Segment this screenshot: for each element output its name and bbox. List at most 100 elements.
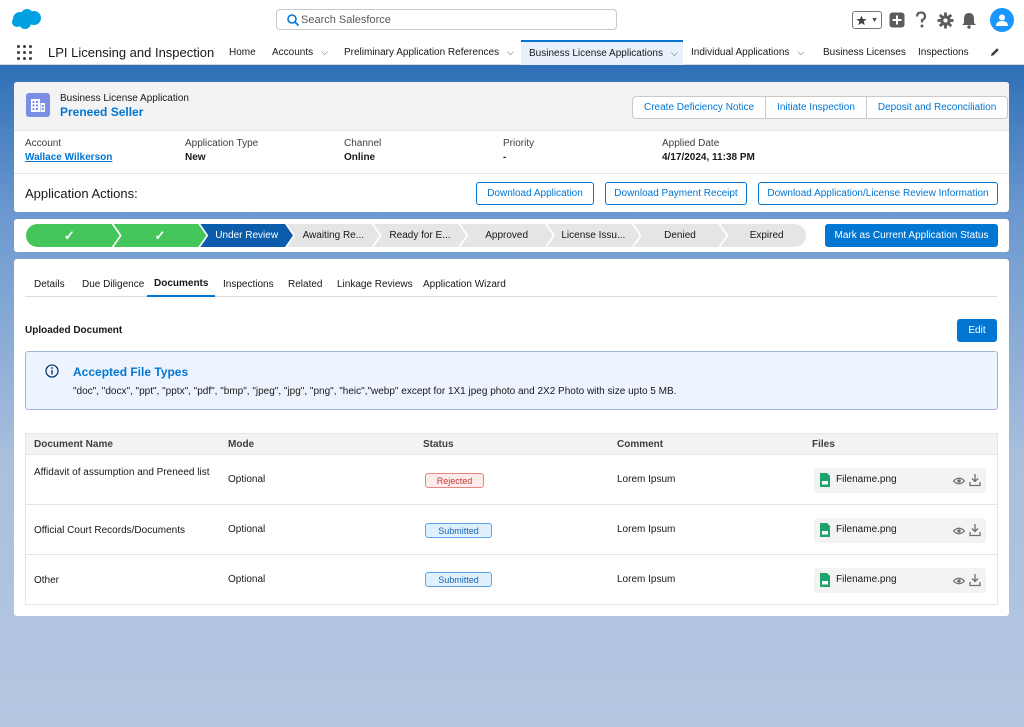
nav-item-business-license-applications[interactable]: Business License Applications ⌵ <box>521 40 683 65</box>
building-icon <box>26 93 50 117</box>
field-label: Channel <box>344 138 382 149</box>
chevron-down-icon[interactable]: ⌵ <box>671 48 678 59</box>
tab-linkage-reviews[interactable]: Linkage Reviews <box>337 271 413 297</box>
file-name[interactable]: Filename.png <box>836 574 897 585</box>
tab-inspections[interactable]: Inspections <box>223 271 274 297</box>
nav-item-label: Individual Applications <box>691 47 790 58</box>
status-badge: Rejected <box>425 473 484 488</box>
notifications-button[interactable] <box>960 11 978 29</box>
field-value: Online <box>344 152 376 163</box>
path-stage-label[interactable]: Approved <box>467 224 546 247</box>
column-header: Files <box>812 439 835 450</box>
document-comment: Lorem Ipsum <box>617 474 676 485</box>
download-review-information-button[interactable]: Download Application/License Review Info… <box>758 182 998 205</box>
download-payment-receipt-button[interactable]: Download Payment Receipt <box>605 182 747 205</box>
help-icon <box>915 11 927 28</box>
download-icon[interactable] <box>969 473 981 487</box>
nav-item-individual-applications[interactable]: Individual Applications ⌵ <box>691 40 804 65</box>
checkmark-icon[interactable]: ✓ <box>26 224 113 247</box>
field-label: Application Type <box>185 138 259 149</box>
checkmark-icon[interactable]: ✓ <box>121 224 200 247</box>
search-input[interactable] <box>301 11 601 28</box>
column-header: Document Name <box>34 439 113 450</box>
nav-item-preliminary-application-references[interactable]: Preliminary Application References ⌵ <box>344 40 514 65</box>
notifications-bell-icon <box>962 12 976 29</box>
building-glyph <box>31 99 45 112</box>
account-link[interactable]: Wallace Wilkerson <box>25 152 112 163</box>
field-value: - <box>503 152 507 163</box>
tab-due-diligence[interactable]: Due Diligence <box>82 271 144 297</box>
preview-eye-icon[interactable] <box>953 575 965 587</box>
preview-eye-icon[interactable] <box>953 525 965 537</box>
file-icon <box>820 473 830 487</box>
path-stage-label[interactable]: Denied <box>641 224 720 247</box>
path-stage-label[interactable]: Under Review <box>207 224 286 247</box>
chevron-down-icon[interactable]: ⌵ <box>321 47 328 58</box>
chevron-down-icon[interactable]: ⌵ <box>507 47 514 58</box>
application-actions-title: Application Actions: <box>25 186 138 201</box>
table-header: Document Name Mode Status Comment Files <box>26 434 997 455</box>
add-button[interactable] <box>888 11 906 29</box>
tab-details[interactable]: Details <box>34 271 65 297</box>
record-detail-card: Details Due Diligence Documents Inspecti… <box>14 259 1009 616</box>
field-account: Account Wallace Wilkerson <box>25 138 112 163</box>
record-header-card: Business License Application Preneed Sel… <box>14 82 1009 212</box>
user-avatar[interactable] <box>990 8 1014 32</box>
download-icon[interactable] <box>969 573 981 587</box>
field-value: 4/17/2024, 11:38 PM <box>662 152 755 163</box>
salesforce-cloud-icon[interactable] <box>10 8 42 30</box>
setup-gear-icon <box>936 11 954 29</box>
create-deficiency-notice-button[interactable]: Create Deficiency Notice <box>633 97 765 118</box>
nav-item-label: Preliminary Application References <box>344 47 500 58</box>
file-name[interactable]: Filename.png <box>836 474 897 485</box>
column-header: Mode <box>228 439 255 450</box>
document-name: Official Court Records/Documents <box>34 525 185 536</box>
favorites-button[interactable]: ▼ <box>852 11 882 29</box>
search-icon <box>287 14 300 27</box>
section-title: Uploaded Document <box>25 325 123 336</box>
setup-button[interactable] <box>936 11 954 29</box>
path-stage-label[interactable]: Awaiting Re... <box>294 224 373 247</box>
file-attachment: Filename.png <box>814 568 986 593</box>
favorites-menu-icon: ▼ <box>871 16 878 24</box>
edit-pencil-icon[interactable] <box>989 46 1001 58</box>
path-stage-label[interactable]: Ready for E... <box>381 224 460 247</box>
nav-item-home[interactable]: Home <box>229 40 256 65</box>
add-icon <box>889 12 905 28</box>
path-stage-label[interactable]: License Issu... <box>554 224 633 247</box>
nav-item-business-licenses[interactable]: Business Licenses <box>823 40 906 65</box>
nav-item-label: Business Licenses <box>823 47 906 58</box>
tab-related[interactable]: Related <box>288 271 322 297</box>
deposit-and-reconciliation-button[interactable]: Deposit and Reconciliation <box>865 97 1007 118</box>
document-name: Affidavit of assumption and Preneed list <box>34 467 210 478</box>
file-icon <box>820 573 830 587</box>
nav-item-label: Inspections <box>918 47 969 58</box>
global-search[interactable] <box>276 9 617 30</box>
download-application-button[interactable]: Download Application <box>476 182 594 205</box>
field-label: Applied Date <box>662 138 720 149</box>
file-name[interactable]: Filename.png <box>836 524 897 535</box>
file-icon <box>820 523 830 537</box>
download-icon[interactable] <box>969 523 981 537</box>
document-mode: Optional <box>228 474 266 485</box>
record-highlights: Business License Application Preneed Sel… <box>14 82 1009 131</box>
app-name: LPI Licensing and Inspection <box>48 45 215 60</box>
app-launcher-icon[interactable] <box>17 45 32 60</box>
tab-documents[interactable]: Documents <box>147 271 216 297</box>
document-name: Other <box>34 575 60 586</box>
chevron-down-icon[interactable]: ⌵ <box>797 47 804 58</box>
document-mode: Optional <box>228 524 266 535</box>
edit-button[interactable]: Edit <box>957 319 997 342</box>
nav-item-accounts[interactable]: Accounts ⌵ <box>272 40 328 65</box>
help-button[interactable] <box>912 11 930 29</box>
initiate-inspection-button[interactable]: Initiate Inspection <box>765 97 866 118</box>
path-stage-label[interactable]: Expired <box>727 224 806 247</box>
table-row: Affidavit of assumption and Preneed list… <box>26 455 997 505</box>
document-comment: Lorem Ipsum <box>617 574 676 585</box>
preview-eye-icon[interactable] <box>953 475 965 487</box>
mark-current-status-button[interactable]: Mark as Current Application Status <box>825 224 998 247</box>
nav-item-inspections[interactable]: Inspections <box>918 40 969 65</box>
column-header: Status <box>423 439 454 450</box>
tab-application-wizard[interactable]: Application Wizard <box>423 271 506 297</box>
field-label: Priority <box>503 138 535 149</box>
